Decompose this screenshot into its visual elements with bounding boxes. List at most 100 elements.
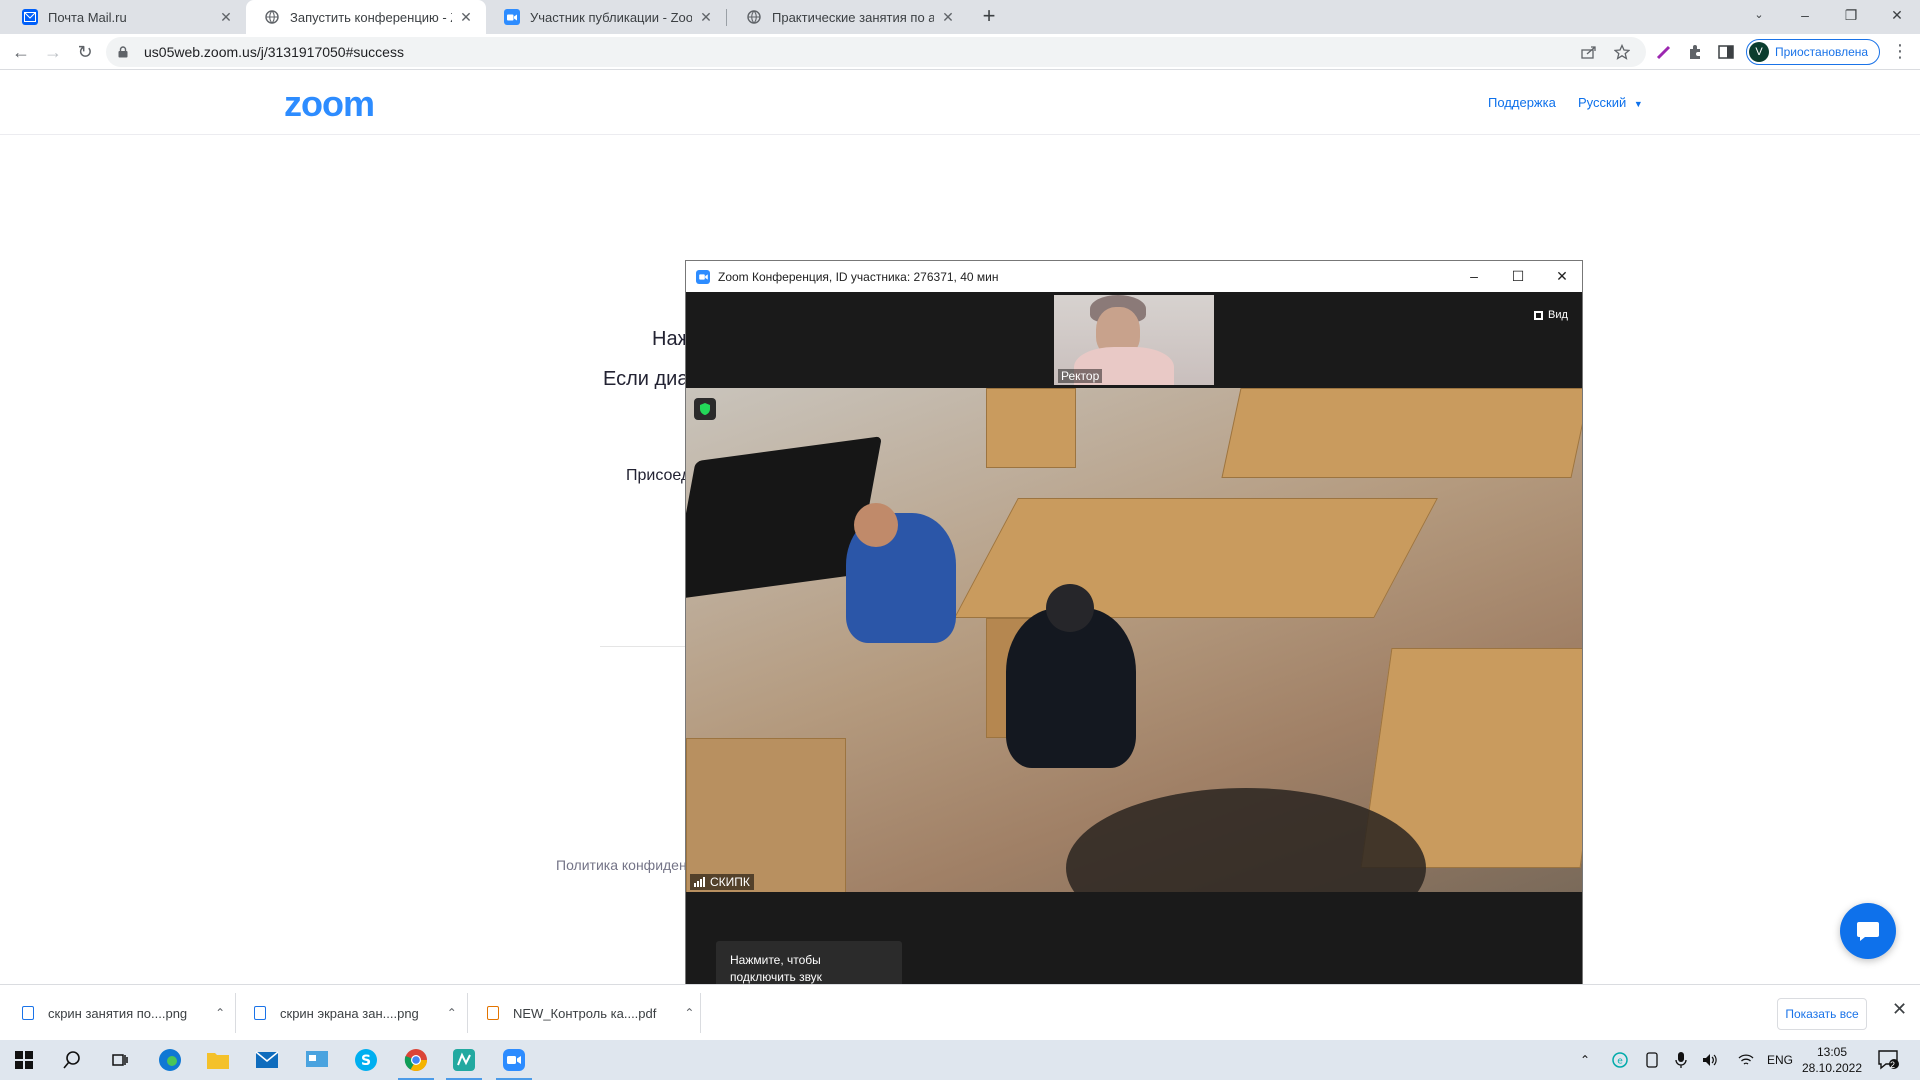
task-view-icon[interactable] [96,1040,144,1080]
meeting-title-bar[interactable]: Zoom Конференция, ID участника: 276371, … [686,261,1582,292]
download-item[interactable]: скрин занятия по....png ⌃ [22,985,225,1041]
meeting-maximize-button[interactable]: ☐ [1496,261,1540,292]
download-filename: скрин экрана зан....png [280,1005,419,1021]
tab-practical-classes[interactable]: Практические занятия по альп ✕ [728,0,968,34]
microphone-icon[interactable] [1675,1040,1687,1080]
svg-text:S: S [361,1053,371,1069]
person-head [854,503,898,547]
pen-extension-icon[interactable] [1650,37,1678,67]
clock[interactable]: 13:05 28.10.2022 [1800,1044,1864,1076]
new-tab-button[interactable]: + [976,4,1002,30]
chevron-up-icon[interactable]: ⌃ [684,1006,694,1020]
encryption-shield-icon[interactable] [694,398,716,420]
tray-app-icon[interactable]: e [1612,1040,1628,1080]
app-icon[interactable] [440,1040,488,1080]
forward-button[interactable]: → [40,40,66,64]
language-label: Русский [1578,95,1627,110]
desk-left [686,738,846,892]
notification-count: 2 [1890,1060,1896,1070]
separator [235,993,236,1033]
view-label: Вид [1548,309,1568,321]
main-video[interactable]: СКИПК [686,388,1582,892]
address-bar[interactable]: us05web.zoom.us/j/3131917050#success [106,37,1646,67]
zoom-meeting-window: Zoom Конференция, ID участника: 276371, … [685,260,1583,1040]
svg-text:e: e [1617,1057,1623,1067]
tab-zoom-participant[interactable]: Участник публикации - Zoom ✕ [486,0,726,34]
clock-date: 28.10.2022 [1801,1061,1863,1075]
minimize-button[interactable]: – [1782,0,1828,34]
globe-icon [746,9,762,25]
notifications-icon[interactable]: 2 [1878,1040,1900,1080]
join-link[interactable]: Присоед [626,467,690,485]
tab-search-icon[interactable]: ⌄ [1736,0,1782,34]
separator [467,993,468,1033]
windows-taskbar: S ⌃ e ENG 13:05 28.10.2022 2 [0,1040,1920,1080]
close-window-button[interactable]: ✕ [1874,0,1920,34]
side-panel-icon[interactable] [1712,37,1740,67]
edge-browser-icon[interactable] [146,1040,194,1080]
tab-start-conference[interactable]: Запустить конференцию - Zoom ✕ [246,0,486,34]
extensions-puzzle-icon[interactable] [1681,37,1709,67]
grid-view-icon [1534,310,1543,320]
bookmark-star-icon[interactable] [1608,37,1636,67]
volume-icon[interactable] [1702,1040,1718,1080]
tab-title: Участник публикации - Zoom [530,9,692,25]
reload-button[interactable]: ↻ [72,40,98,64]
close-tab-icon[interactable]: ✕ [940,9,956,26]
tab-title: Запустить конференцию - Zoom [290,9,452,25]
download-filename: скрин занятия по....png [48,1005,188,1021]
tab-mail[interactable]: Почта Mail.ru ✕ [4,0,246,34]
clock-time: 13:05 [1816,1045,1848,1059]
meeting-minimize-button[interactable]: – [1452,261,1496,292]
search-icon[interactable] [48,1040,96,1080]
browser-menu-icon[interactable]: ⋮ [1890,39,1910,65]
back-button[interactable]: ← [8,40,34,64]
lock-icon [118,46,132,58]
show-hidden-icons[interactable]: ⌃ [1580,1040,1590,1080]
participant-thumbnail[interactable]: Ректор [1054,295,1214,385]
chevron-up-icon[interactable]: ⌃ [447,1006,457,1020]
zoom-icon [696,269,710,284]
zoom-site-header: zoom Поддержка Русский ▼ [0,71,1920,135]
privacy-policy-link[interactable]: Политика конфиден [556,857,687,873]
language-selector[interactable]: Русский ▼ [1578,95,1643,110]
chat-support-button[interactable] [1840,903,1896,959]
profile-button[interactable]: V Приостановлена [1746,39,1880,65]
skype-icon[interactable]: S [342,1040,390,1080]
desk-small [986,388,1076,468]
close-tab-icon[interactable]: ✕ [218,9,234,26]
url-text: us05web.zoom.us/j/3131917050#success [144,44,404,60]
meeting-title: Zoom Конференция, ID участника: 276371, … [718,269,999,284]
wifi-icon[interactable] [1738,1040,1754,1080]
desk [954,498,1438,618]
restore-button[interactable]: ❐ [1828,0,1874,34]
close-tab-icon[interactable]: ✕ [698,9,714,26]
image-file-icon [254,1006,266,1020]
support-link[interactable]: Поддержка [1488,95,1556,110]
view-button[interactable]: Вид [1534,309,1568,321]
phone-link-icon[interactable] [1645,1040,1659,1080]
share-icon[interactable] [1575,37,1603,67]
close-tab-icon[interactable]: ✕ [458,9,474,26]
mail-app-icon[interactable] [243,1040,291,1080]
download-item[interactable]: NEW_Контроль ка....pdf ⌃ [487,985,694,1041]
show-all-downloads-button[interactable]: Показать все [1777,998,1867,1030]
meeting-close-button[interactable]: ✕ [1540,261,1582,292]
chevron-up-icon[interactable]: ⌃ [215,1006,225,1020]
windows-start-icon[interactable] [0,1040,48,1080]
zoom-app-icon[interactable] [490,1040,538,1080]
control-panel-icon[interactable] [293,1040,341,1080]
input-language[interactable]: ENG [1767,1040,1793,1080]
pdf-file-icon [487,1006,499,1020]
chrome-icon[interactable] [392,1040,440,1080]
profile-status: Приостановлена [1775,45,1869,59]
separator [700,993,701,1033]
person-head [1046,584,1094,632]
close-downloads-icon[interactable]: ✕ [1892,999,1907,1020]
download-item[interactable]: скрин экрана зан....png ⌃ [254,985,457,1041]
zoom-logo[interactable]: zoom [284,83,375,125]
main-video-label: СКИПК [690,874,754,890]
tab-title: Почта Mail.ru [48,9,127,25]
file-explorer-icon[interactable] [194,1040,242,1080]
globe-icon [264,9,280,25]
